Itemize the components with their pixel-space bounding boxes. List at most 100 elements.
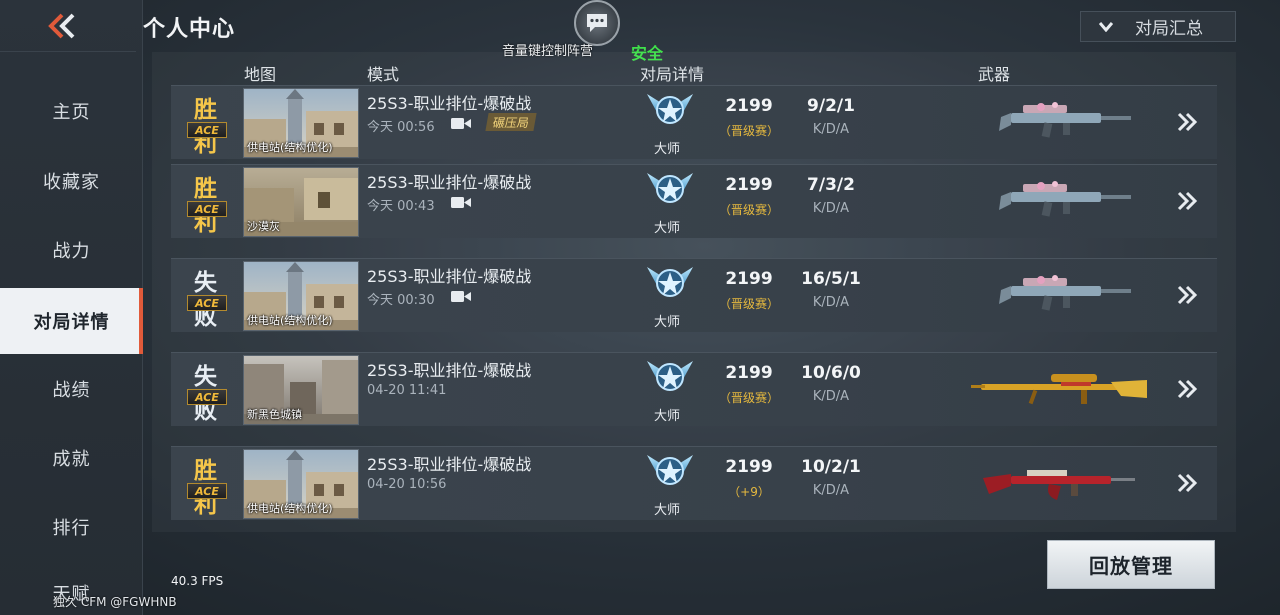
score-note: （+9）: [728, 485, 770, 499]
score-note: （晋级赛）: [718, 297, 779, 311]
map-name: 沙漠灰: [247, 220, 280, 233]
column-header-mode: 模式: [367, 65, 400, 84]
sidebar-item-achievements[interactable]: 成就: [0, 425, 143, 491]
video-camera-icon[interactable]: [451, 117, 471, 130]
score-note: （晋级赛）: [718, 391, 779, 405]
sidebar-item-records[interactable]: 战绩: [0, 356, 143, 422]
match-time: 今天 00:56: [367, 120, 435, 135]
rank-label: 大师: [654, 221, 681, 236]
match-row[interactable]: 失败 ACE 新黑色城镇 25S3-职业排位-爆破战 04-20 11:41 大…: [171, 352, 1217, 426]
match-time: 04-20 10:56: [367, 477, 447, 492]
kda-value: 7/3/2: [807, 175, 855, 195]
sidebar-item-label: 对局详情: [33, 312, 110, 333]
replay-management-button[interactable]: 回放管理: [1047, 540, 1215, 589]
match-row[interactable]: 胜利 ACE 沙漠灰 25S3-职业排位-爆破战 今天 00:43 大师 219…: [171, 164, 1217, 238]
double-chevron-right-icon: [1177, 191, 1198, 211]
weapon-ak-icon: [983, 470, 1135, 500]
row-detail-arrow[interactable]: [1173, 469, 1201, 497]
row-detail-arrow[interactable]: [1173, 281, 1201, 309]
sidebar-item-match-details[interactable]: 对局详情: [0, 288, 143, 354]
map-name: 供电站(结构优化): [247, 314, 333, 327]
sidebar: 主页 收藏家 战力 对局详情 战绩 成就 排行 天赋: [0, 0, 143, 615]
column-header-weapon: 武器: [978, 65, 1011, 84]
kda-value: 9/2/1: [807, 96, 855, 116]
kda-label: K/D/A: [812, 295, 850, 310]
match-time: 今天 00:43: [367, 199, 435, 214]
mode-label: 25S3-职业排位-爆破战: [367, 361, 532, 380]
page-title: 个人中心: [143, 17, 236, 42]
master-rank-icon: [647, 267, 693, 297]
mode-label: 25S3-职业排位-爆破战: [367, 173, 532, 192]
sidebar-item-collector[interactable]: 收藏家: [0, 148, 143, 214]
map-name: 新黑色城镇: [247, 408, 302, 421]
chevron-down-icon: [1099, 21, 1113, 32]
mode-label: 25S3-职业排位-爆破战: [367, 267, 532, 286]
weapon-sniper-icon: [971, 374, 1147, 405]
score-value: 2199: [725, 96, 773, 116]
mode-label: 25S3-职业排位-爆破战: [367, 455, 532, 474]
map-thumbnail: 沙漠灰: [243, 167, 359, 237]
map-thumbnail: 供电站(结构优化): [243, 449, 359, 519]
match-row[interactable]: 胜利 ACE 供电站(结构优化) 25S3-职业排位-爆破战 今天 00:56 …: [171, 85, 1217, 159]
column-header-map: 地图: [244, 65, 277, 84]
mode-label: 25S3-职业排位-爆破战: [367, 94, 532, 113]
score-value: 2199: [725, 269, 773, 289]
match-summary-label: 对局汇总: [1135, 19, 1203, 39]
double-chevron-left-icon: [48, 13, 75, 38]
sidebar-item-home[interactable]: 主页: [0, 78, 143, 144]
weapon-rifle-icon: [999, 181, 1131, 217]
score-note: （晋级赛）: [718, 124, 779, 138]
watermark-text: 独久 CFM @FGWHNB: [53, 595, 177, 609]
master-rank-icon: [647, 173, 693, 203]
ace-badge: ACE: [187, 389, 227, 405]
row-detail-arrow[interactable]: [1173, 375, 1201, 403]
double-chevron-right-icon: [1177, 112, 1198, 132]
rank-label: 大师: [654, 315, 681, 330]
match-time: 04-20 11:41: [367, 383, 447, 398]
weapon-rifle-icon: [999, 102, 1131, 138]
map-name: 供电站(结构优化): [247, 502, 333, 515]
chat-icon: [587, 14, 607, 32]
kda-value: 16/5/1: [801, 269, 861, 289]
ace-badge: ACE: [187, 122, 227, 138]
row-detail-arrow[interactable]: [1173, 108, 1201, 136]
master-rank-icon: [647, 361, 693, 391]
ace-badge: ACE: [187, 295, 227, 311]
rank-label: 大师: [654, 503, 681, 518]
sidebar-item-label: 收藏家: [43, 172, 100, 193]
kda-label: K/D/A: [812, 201, 850, 216]
crush-tag: 碾压局: [485, 113, 537, 131]
rank-label: 大师: [654, 409, 681, 424]
map-thumbnail: 供电站(结构优化): [243, 88, 359, 158]
match-row[interactable]: 胜利 ACE 供电站(结构优化) 25S3-职业排位-爆破战 04-20 10:…: [171, 446, 1217, 520]
match-summary-dropdown[interactable]: 对局汇总: [1080, 11, 1236, 42]
match-time: 今天 00:30: [367, 293, 435, 308]
ace-badge: ACE: [187, 483, 227, 499]
back-button[interactable]: [0, 0, 136, 52]
ace-badge: ACE: [187, 201, 227, 217]
kda-label: K/D/A: [812, 483, 850, 498]
score-value: 2199: [725, 457, 773, 477]
sidebar-item-ranking[interactable]: 排行: [0, 494, 143, 560]
map-thumbnail: 新黑色城镇: [243, 355, 359, 425]
video-camera-icon[interactable]: [451, 290, 471, 303]
double-chevron-right-icon: [1177, 379, 1198, 399]
kda-value: 10/2/1: [801, 457, 861, 477]
video-camera-icon[interactable]: [451, 196, 471, 209]
weapon-rifle-icon: [999, 275, 1131, 311]
column-header-details: 对局详情: [640, 65, 705, 84]
double-chevron-right-icon: [1177, 285, 1198, 305]
kda-label: K/D/A: [812, 122, 850, 137]
master-rank-icon: [647, 455, 693, 485]
row-detail-arrow[interactable]: [1173, 187, 1201, 215]
sidebar-item-power[interactable]: 战力: [0, 217, 143, 283]
master-rank-icon: [647, 94, 693, 124]
sidebar-item-label: 战力: [52, 241, 91, 262]
kda-value: 10/6/0: [801, 363, 861, 383]
fps-counter: 40.3 FPS: [171, 574, 224, 588]
sidebar-item-label: 战绩: [52, 380, 91, 401]
kda-label: K/D/A: [812, 389, 850, 404]
sidebar-item-label: 成就: [52, 449, 91, 470]
match-row[interactable]: 失败 ACE 供电站(结构优化) 25S3-职业排位-爆破战 今天 00:30 …: [171, 258, 1217, 332]
score-value: 2199: [725, 175, 773, 195]
